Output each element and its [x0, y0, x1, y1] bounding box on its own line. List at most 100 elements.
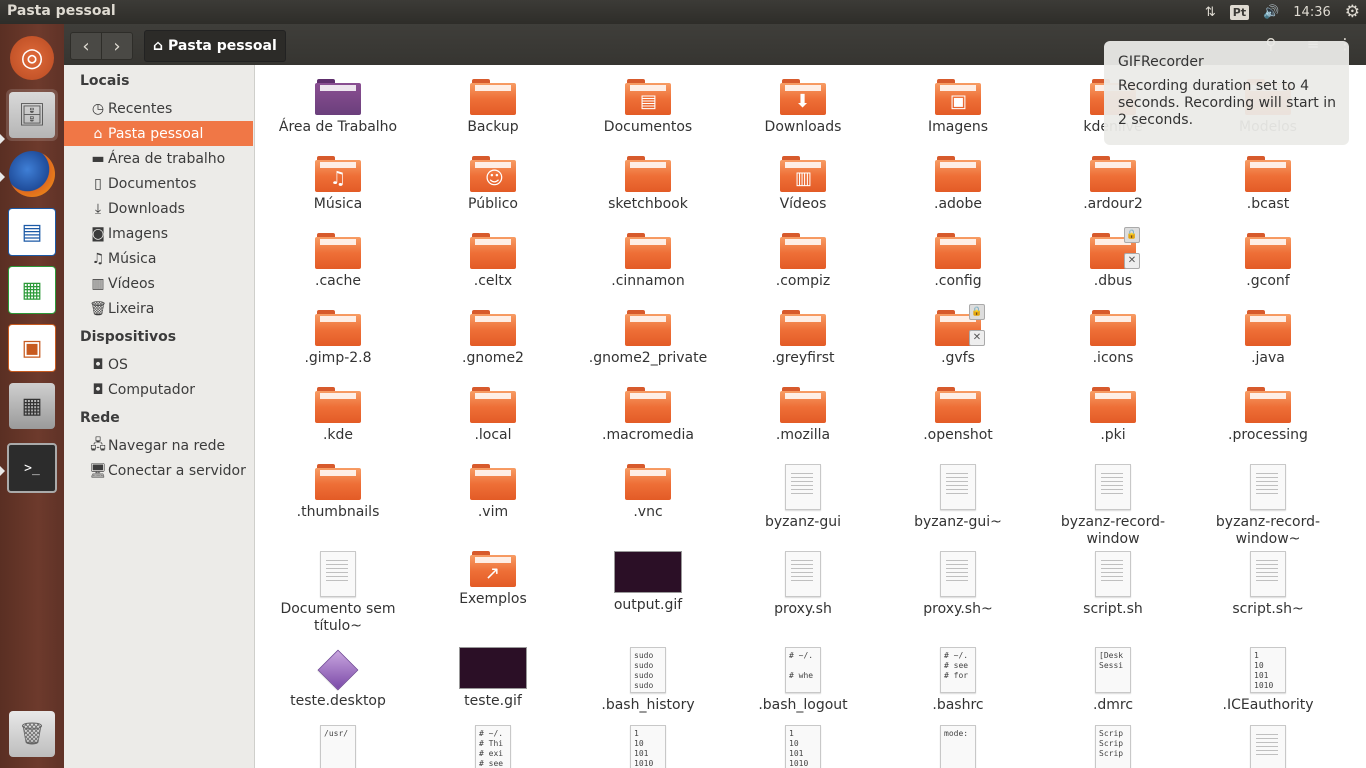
file-item[interactable]: .openshot: [883, 387, 1033, 444]
file-item[interactable]: /usr/: [263, 725, 413, 768]
ubuntu-dash-button[interactable]: ◎: [6, 32, 58, 84]
file-item[interactable]: .config: [883, 233, 1033, 290]
file-item[interactable]: ⬇ Downloads: [728, 79, 878, 136]
file-item[interactable]: .kde: [263, 387, 413, 444]
file-item[interactable]: script.sh: [1038, 551, 1188, 618]
sidebar-item-os[interactable]: ◘ OS: [64, 352, 253, 377]
file-item[interactable]: Documento sem título~: [263, 551, 413, 635]
file-item[interactable]: teste.gif: [418, 647, 568, 710]
file-item[interactable]: ☺ Público: [418, 156, 568, 213]
writer-launcher-button[interactable]: ▤: [6, 206, 58, 258]
folder-icon: [780, 233, 826, 269]
file-item[interactable]: byzanz-record-window~: [1193, 464, 1343, 548]
network-icon[interactable]: ⇅: [1205, 5, 1216, 20]
file-item[interactable]: # ~/. # Thi # exi # see: [418, 725, 568, 768]
file-item[interactable]: .celtx: [418, 233, 568, 290]
file-label: proxy.sh~: [923, 601, 993, 617]
file-item[interactable]: Área de Trabalho: [263, 79, 413, 136]
file-item[interactable]: ♫ Música: [263, 156, 413, 213]
sidebar-item-pictures[interactable]: ◙ Imagens: [64, 221, 253, 246]
calculator-launcher-button[interactable]: ▦: [6, 380, 58, 432]
file-item[interactable]: ▤ Documentos: [573, 79, 723, 136]
gear-icon[interactable]: ⚙: [1345, 2, 1360, 22]
file-item[interactable]: [Desk Sessi .dmrc: [1038, 647, 1188, 714]
file-item[interactable]: .gimp-2.8: [263, 310, 413, 367]
file-item[interactable]: .ardour2: [1038, 156, 1188, 213]
file-item[interactable]: .compiz: [728, 233, 878, 290]
file-item[interactable]: .greyfirst: [728, 310, 878, 367]
file-item[interactable]: teste.desktop: [263, 647, 413, 710]
file-item[interactable]: .cache: [263, 233, 413, 290]
file-item[interactable]: ▥ Vídeos: [728, 156, 878, 213]
file-item[interactable]: script.sh~: [1193, 551, 1343, 618]
file-item[interactable]: 🔒 ✕ .gvfs: [883, 304, 1033, 367]
file-item[interactable]: .pki: [1038, 387, 1188, 444]
file-item[interactable]: .cinnamon: [573, 233, 723, 290]
sidebar-item-documents[interactable]: ▯ Documentos: [64, 171, 253, 196]
sidebar-item-computer[interactable]: ◘ Computador: [64, 377, 253, 402]
file-label: .gnome2_private: [588, 350, 708, 366]
file-item[interactable]: proxy.sh~: [883, 551, 1033, 618]
file-item[interactable]: byzanz-gui: [728, 464, 878, 531]
file-item[interactable]: .icons: [1038, 310, 1188, 367]
file-item[interactable]: sudo sudo sudo sudo .bash_history: [573, 647, 723, 714]
file-item[interactable]: mode:: [883, 725, 1033, 768]
sidebar-item-trash[interactable]: 🗑 Lixeira: [64, 296, 253, 321]
sidebar-item-downloads[interactable]: ⤓ Downloads: [64, 196, 253, 221]
sidebar-item-videos[interactable]: ▥ Vídeos: [64, 271, 253, 296]
calc-launcher-button[interactable]: ▦: [6, 264, 58, 316]
sidebar-item-connect-server[interactable]: 🖥 Conectar a servidor: [64, 458, 253, 483]
file-item[interactable]: 🔒 ✕ .dbus: [1038, 227, 1188, 290]
file-item[interactable]: .macromedia: [573, 387, 723, 444]
forward-button[interactable]: ›: [101, 32, 133, 60]
path-bar-home[interactable]: ⌂ Pasta pessoal: [144, 30, 286, 62]
file-item[interactable]: ↗ Exemplos: [418, 551, 568, 608]
sidebar-item-recent[interactable]: ◷ Recentes: [64, 96, 253, 121]
file-item[interactable]: .vim: [418, 464, 568, 521]
folder-icon: [625, 233, 671, 269]
trash-launcher-button[interactable]: 🗑: [6, 708, 58, 760]
file-item[interactable]: output.gif: [573, 551, 723, 614]
file-item[interactable]: .thumbnails: [263, 464, 413, 521]
file-item[interactable]: 1 10 101 1010: [728, 725, 878, 768]
impress-launcher-button[interactable]: ▣: [6, 322, 58, 374]
file-label: Público: [468, 196, 518, 212]
file-item[interactable]: 1 10 101 1010 .ICEauthority: [1193, 647, 1343, 714]
file-item[interactable]: .adobe: [883, 156, 1033, 213]
sidebar-item-music[interactable]: ♫ Música: [64, 246, 253, 271]
keyboard-indicator[interactable]: Pt: [1229, 4, 1250, 20]
folder-icon: ▣: [935, 79, 981, 115]
file-item[interactable]: ▣ Imagens: [883, 79, 1033, 136]
file-item[interactable]: .gnome2: [418, 310, 568, 367]
file-item[interactable]: .mozilla: [728, 387, 878, 444]
sidebar-item-browse-network[interactable]: 🖧 Navegar na rede: [64, 433, 253, 458]
file-item[interactable]: .local: [418, 387, 568, 444]
file-item[interactable]: [1193, 725, 1343, 768]
file-item[interactable]: .java: [1193, 310, 1343, 367]
file-item[interactable]: byzanz-gui~: [883, 464, 1033, 531]
file-item[interactable]: .processing: [1193, 387, 1343, 444]
volume-icon[interactable]: 🔊: [1263, 5, 1279, 20]
file-item[interactable]: .vnc: [573, 464, 723, 521]
sidebar-item-home[interactable]: ⌂ Pasta pessoal: [64, 121, 253, 146]
file-item[interactable]: Scrip Scrip Scrip: [1038, 725, 1188, 768]
file-item[interactable]: byzanz-record-window: [1038, 464, 1188, 548]
sidebar-item-desktop[interactable]: ▬ Área de trabalho: [64, 146, 253, 171]
file-item[interactable]: Backup: [418, 79, 568, 136]
file-item[interactable]: .gconf: [1193, 233, 1343, 290]
terminal-launcher-button[interactable]: >_: [6, 442, 58, 494]
clock[interactable]: 14:36: [1293, 5, 1330, 20]
back-button[interactable]: ‹: [70, 32, 102, 60]
file-item[interactable]: 1 10 101 1010: [573, 725, 723, 768]
camera-icon: ◙: [91, 225, 105, 242]
files-launcher-button[interactable]: 🗄: [6, 89, 58, 141]
file-item[interactable]: .bcast: [1193, 156, 1343, 213]
file-label: .bash_logout: [758, 697, 848, 713]
file-item[interactable]: proxy.sh: [728, 551, 878, 618]
file-item[interactable]: .gnome2_private: [573, 310, 723, 367]
file-item[interactable]: sketchbook: [573, 156, 723, 213]
file-item[interactable]: # ~/. # whe .bash_logout: [728, 647, 878, 714]
file-item[interactable]: # ~/. # see # for .bashrc: [883, 647, 1033, 714]
notification-title: GIFRecorder: [1118, 54, 1204, 70]
firefox-launcher-button[interactable]: [6, 148, 58, 200]
